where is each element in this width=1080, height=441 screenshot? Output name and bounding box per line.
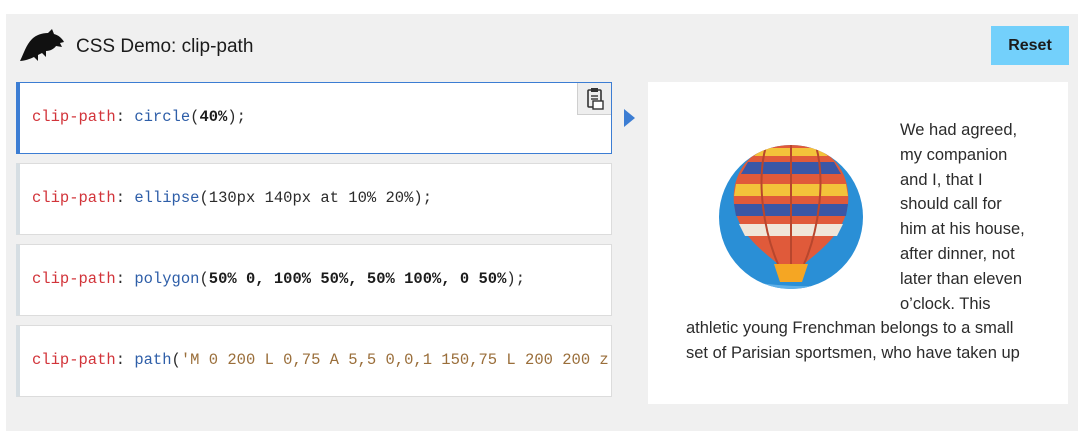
open-paren: ( [199,189,209,207]
reset-button[interactable]: Reset [991,26,1069,65]
demo-frame: CSS Demo: clip-path Reset clip-path: cir… [6,14,1078,431]
css-property: clip-path [32,270,116,288]
css-property: clip-path [32,108,116,126]
css-property: clip-path [32,189,116,207]
css-args: 'M 0 200 L 0,75 A 5,5 0,0,1 150,75 L 200… [180,351,612,369]
play-arrow-icon [624,109,635,127]
code-line[interactable]: clip-path: polygon(50% 0, 100% 50%, 50% … [32,270,525,288]
css-property: clip-path [32,351,116,369]
close-paren: ); [506,270,526,288]
choice-ellipse[interactable]: clip-path: ellipse(130px 140px at 10% 20… [16,163,612,235]
close-paren: ); [227,108,246,126]
colon: : [115,351,135,369]
copy-button[interactable] [577,83,611,115]
output-content: We had agreed, my companion and I, that … [686,118,1028,366]
open-paren: ( [171,351,181,369]
open-paren: ( [199,270,209,288]
dinosaur-logo-icon [20,29,64,61]
css-args: 50% 0, 100% 50%, 50% 100%, 0 50% [208,270,507,288]
css-function: ellipse [134,189,200,207]
close-paren: ); [413,189,433,207]
code-line[interactable]: clip-path: circle(40%); [32,108,246,126]
hot-air-balloon-image [719,145,863,289]
code-line[interactable]: clip-path: path('M 0 200 L 0,75 A 5,5 0,… [32,351,612,369]
demo-title: CSS Demo: clip-path [76,36,254,57]
colon: : [115,270,135,288]
css-function: circle [134,108,191,126]
css-function: polygon [134,270,200,288]
choice-circle[interactable]: clip-path: circle(40%); [16,82,612,154]
css-args: 40% [199,108,228,126]
code-line[interactable]: clip-path: ellipse(130px 140px at 10% 20… [32,189,432,207]
colon: : [115,108,135,126]
output-panel: We had agreed, my companion and I, that … [648,82,1068,404]
css-args: 130px 140px at 10% 20% [208,189,414,207]
demo-header: CSS Demo: clip-path Reset [6,14,1078,76]
clipboard-icon [587,88,604,110]
choice-path[interactable]: clip-path: path('M 0 200 L 0,75 A 5,5 0,… [16,325,612,397]
choice-polygon[interactable]: clip-path: polygon(50% 0, 100% 50%, 50% … [16,244,612,316]
css-function: path [134,351,172,369]
colon: : [115,189,135,207]
